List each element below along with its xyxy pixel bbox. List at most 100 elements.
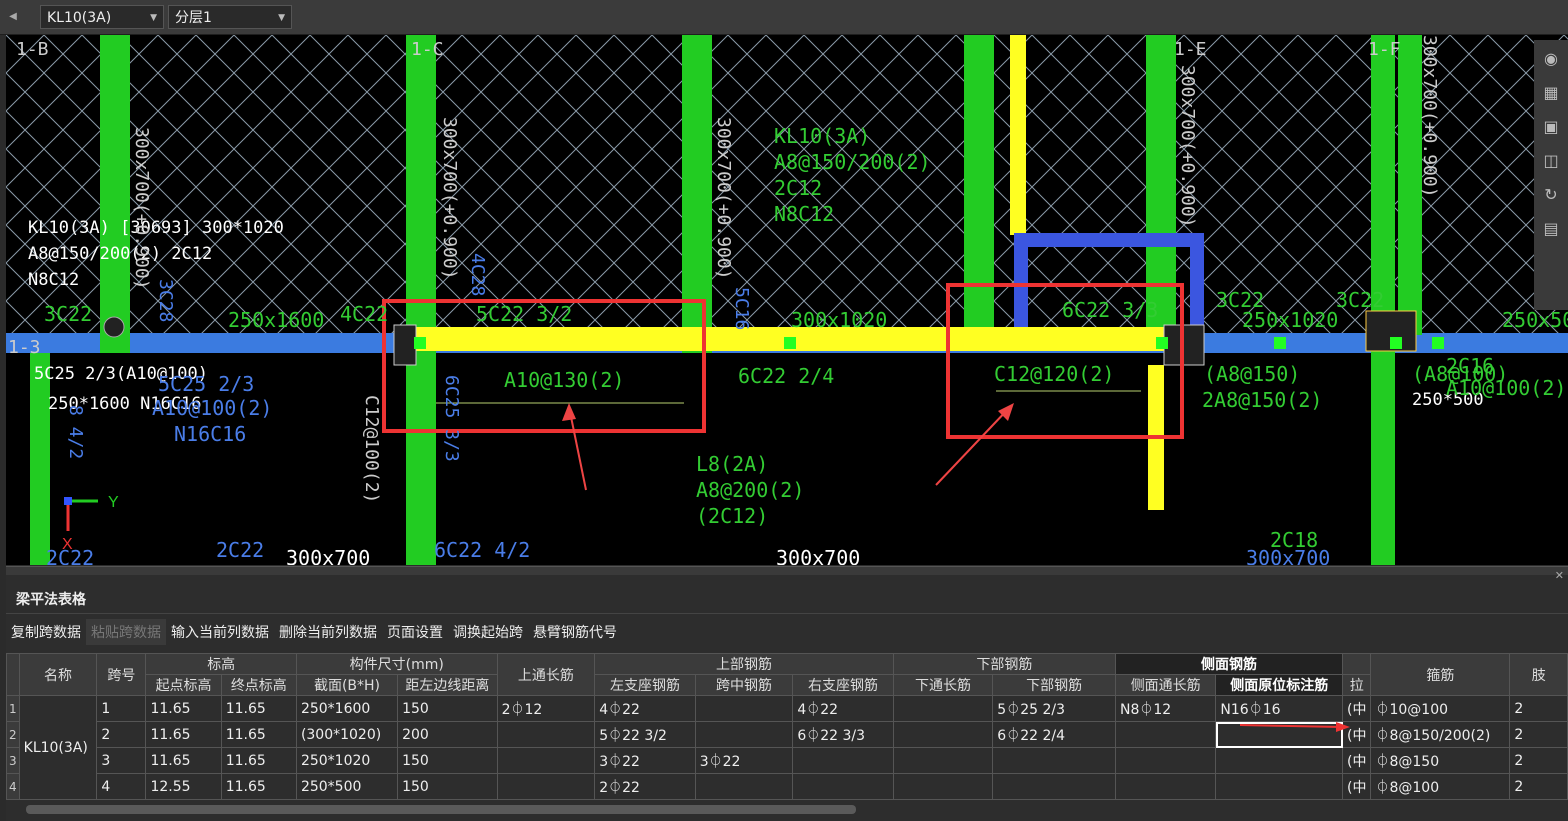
swap-start-span-button[interactable]: 调换起始跨: [448, 619, 528, 645]
cell-span[interactable]: 3: [96, 747, 147, 774]
beam-label: 2C12: [774, 176, 822, 200]
cell-offset[interactable]: 150: [397, 695, 498, 722]
cad-canvas[interactable]: 1-B 1-C 1-E 1-F 1-3 KL10(3A) [30693] 300…: [6, 35, 1568, 565]
cell-section[interactable]: 250*500: [295, 773, 399, 800]
grip-point[interactable]: [1156, 337, 1168, 349]
col-header-top-rebar: 上部钢筋: [594, 653, 894, 675]
cell-side-orig[interactable]: [1215, 773, 1343, 800]
cell-side-through[interactable]: [1114, 721, 1217, 748]
cell-start-elev[interactable]: 12.55: [145, 773, 222, 800]
view-cube-icon[interactable]: ▣: [1536, 112, 1566, 142]
cell-bottom-through[interactable]: [892, 747, 994, 774]
axis-label: 1-3: [8, 337, 41, 358]
cell-span[interactable]: 2: [96, 721, 147, 748]
cell-end-elev[interactable]: 11.65: [220, 773, 297, 800]
cell-start-elev[interactable]: 11.65: [145, 721, 222, 748]
cell-right-support[interactable]: 4⏀22: [792, 695, 894, 722]
cell-bottom-through[interactable]: [892, 721, 994, 748]
orbit-icon[interactable]: ◉: [1536, 44, 1566, 74]
cell-top-through[interactable]: [496, 747, 596, 774]
cell-left-support[interactable]: 2⏀22: [594, 773, 696, 800]
cell-top-through[interactable]: [496, 773, 596, 800]
cell-mid-span[interactable]: 3⏀22: [694, 747, 794, 774]
layout-icon[interactable]: ▤: [1536, 214, 1566, 244]
cell-tie[interactable]: (中: [1341, 773, 1372, 800]
layer-dropdown[interactable]: 分层1 ▼: [168, 5, 292, 29]
view-3d-icon[interactable]: ▦: [1536, 78, 1566, 108]
cell-legs[interactable]: 2: [1509, 695, 1568, 722]
cell-legs[interactable]: 2: [1509, 773, 1568, 800]
cell-side-through[interactable]: [1114, 773, 1217, 800]
cell-start-elev[interactable]: 11.65: [145, 747, 222, 774]
cell-end-elev[interactable]: 11.65: [220, 695, 297, 722]
grip-point[interactable]: [414, 337, 426, 349]
beam-label: 5C22 3/2: [476, 302, 572, 326]
cell-start-elev[interactable]: 11.65: [145, 695, 222, 722]
col-header-stirrup: 箍筋: [1370, 653, 1511, 696]
grip-point[interactable]: [784, 337, 796, 349]
cell-bottom[interactable]: [992, 773, 1116, 800]
rotate-icon[interactable]: ↻: [1536, 180, 1566, 210]
chevron-down-icon: ▼: [150, 13, 157, 23]
horizontal-scrollbar[interactable]: [26, 805, 856, 814]
table-row[interactable]: 4 4 12.55 11.65 250*500 150 2⏀22 (中 ⏀8@1…: [6, 773, 1568, 800]
cell-mid-span[interactable]: [694, 773, 794, 800]
beam-label: 6C22 3/3: [1062, 298, 1158, 322]
cell-bottom-through[interactable]: [892, 773, 994, 800]
cell-end-elev[interactable]: 11.65: [220, 721, 297, 748]
column-label: C12@100(2): [361, 395, 382, 503]
beam-label: 2A8@150(2): [1202, 388, 1322, 412]
cell-mid-span[interactable]: [694, 695, 794, 722]
cell-legs[interactable]: 2: [1509, 721, 1568, 748]
cell-stirrup[interactable]: ⏀8@150: [1370, 747, 1511, 774]
page-setup-button[interactable]: 页面设置: [382, 619, 448, 645]
cell-stirrup[interactable]: ⏀8@100: [1370, 773, 1511, 800]
cell-offset[interactable]: 150: [397, 773, 498, 800]
splitter[interactable]: [6, 567, 1568, 575]
cantilever-code-button[interactable]: 悬臂钢筋代号: [528, 619, 622, 645]
grip-point[interactable]: [1274, 337, 1286, 349]
cell-end-elev[interactable]: 11.65: [220, 747, 297, 774]
cell-name[interactable]: KL10(3A): [18, 695, 98, 800]
cell-right-support[interactable]: [792, 747, 894, 774]
cell-bottom[interactable]: 5⏀25 2/3: [992, 695, 1116, 722]
paste-span-button[interactable]: 粘贴跨数据: [86, 619, 166, 645]
cell-bottom[interactable]: 6⏀22 2/4: [992, 721, 1116, 748]
cell-top-through[interactable]: 2⏀12: [496, 695, 596, 722]
grip-point[interactable]: [1432, 337, 1444, 349]
cell-legs[interactable]: 2: [1509, 747, 1568, 774]
cell-right-support[interactable]: 6⏀22 3/3: [792, 721, 894, 748]
copy-span-button[interactable]: 复制跨数据: [6, 619, 86, 645]
cell-section[interactable]: 250*1020: [295, 747, 399, 774]
cell-section[interactable]: 250*1600: [295, 695, 399, 722]
cell-side-through[interactable]: [1114, 747, 1217, 774]
cell-stirrup[interactable]: ⏀8@150/200(2): [1370, 721, 1511, 748]
cell-left-support[interactable]: 3⏀22: [594, 747, 696, 774]
green-column: [100, 35, 130, 353]
table-row[interactable]: 3 3 11.65 11.65 250*1020 150 3⏀22 3⏀22 (…: [6, 747, 1568, 774]
delete-column-button[interactable]: 删除当前列数据: [274, 619, 382, 645]
cell-side-orig[interactable]: [1215, 747, 1343, 774]
input-column-button[interactable]: 输入当前列数据: [166, 619, 274, 645]
grid-bubble: [103, 316, 125, 338]
cell-left-support[interactable]: 4⏀22: [594, 695, 696, 722]
cell-left-support[interactable]: 5⏀22 3/2: [594, 721, 696, 748]
cell-offset[interactable]: 200: [397, 721, 498, 748]
view-box-icon[interactable]: ◫: [1536, 146, 1566, 176]
grip-point[interactable]: [1390, 337, 1402, 349]
cell-right-support[interactable]: [792, 773, 894, 800]
close-icon[interactable]: ✕: [1555, 569, 1564, 582]
cell-bottom-through[interactable]: [892, 695, 994, 722]
cell-span[interactable]: 1: [96, 695, 147, 722]
cell-side-through[interactable]: N8⏀12: [1114, 695, 1217, 722]
cell-stirrup[interactable]: ⏀10@100: [1370, 695, 1511, 722]
cell-top-through[interactable]: [496, 721, 596, 748]
component-dropdown[interactable]: KL10(3A) ▼: [40, 5, 164, 29]
cell-mid-span[interactable]: [694, 721, 794, 748]
cell-offset[interactable]: 150: [397, 747, 498, 774]
cell-tie[interactable]: (中: [1341, 747, 1372, 774]
cell-bottom[interactable]: [992, 747, 1116, 774]
cell-section[interactable]: (300*1020): [295, 721, 399, 748]
cell-span[interactable]: 4: [96, 773, 147, 800]
toolbar-grip-icon: ◀: [9, 11, 17, 22]
